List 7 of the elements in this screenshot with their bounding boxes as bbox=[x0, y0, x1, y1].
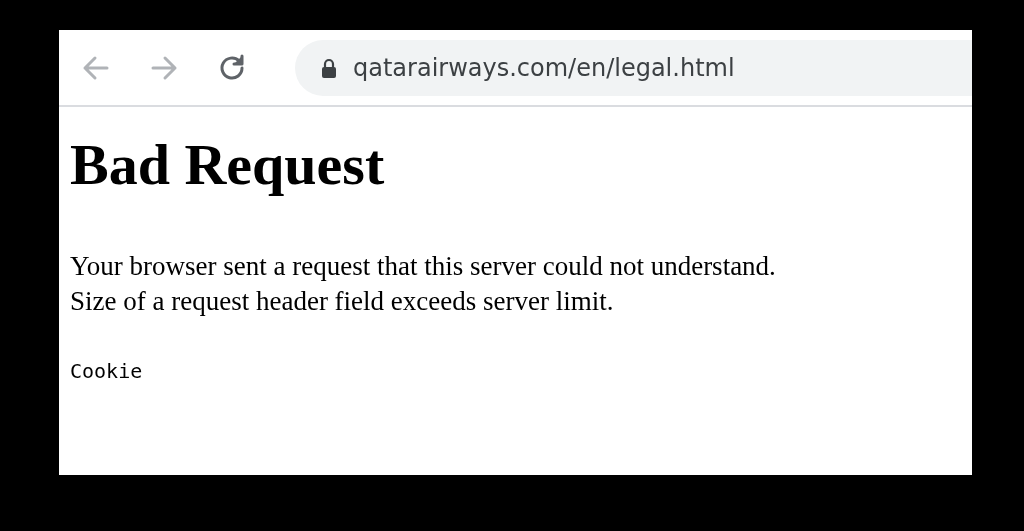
url-text: qatarairways.com/en/legal.html bbox=[353, 53, 735, 82]
header-name: Cookie bbox=[70, 358, 144, 383]
error-message: Size of a request header field exceeds server limit. bbox=[70, 284, 615, 318]
address-bar[interactable]: qatarairways.com/en/legal.html bbox=[295, 39, 972, 96]
error-message: Your browser sent a request that this server could not understand. bbox=[70, 249, 777, 283]
page-heading: Bad Request bbox=[70, 133, 386, 197]
lock-icon bbox=[321, 57, 337, 78]
